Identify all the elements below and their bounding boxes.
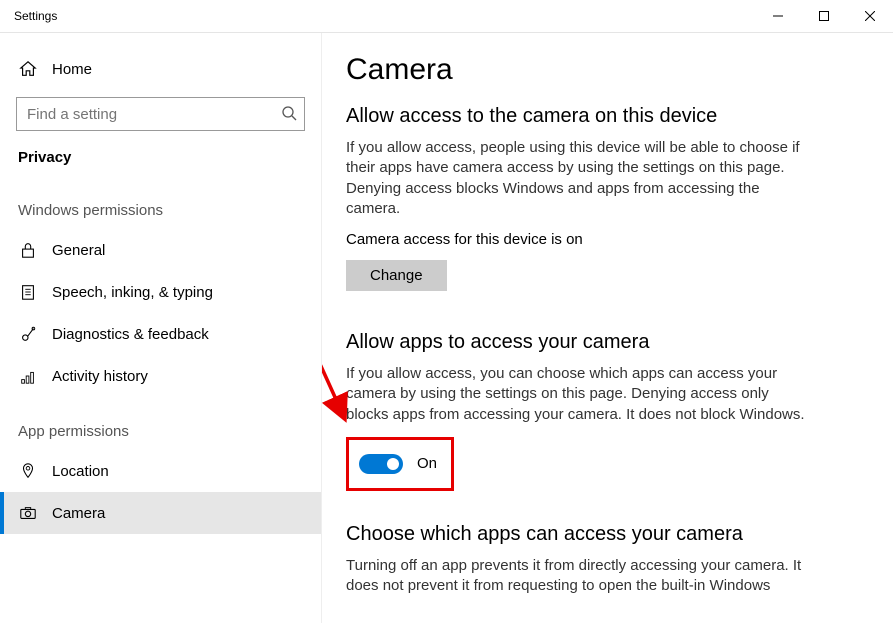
home-icon (18, 59, 38, 79)
camera-icon (18, 503, 38, 523)
nav-item-general[interactable]: General (0, 229, 321, 271)
feedback-icon (18, 324, 38, 344)
history-icon (18, 366, 38, 386)
allow-apps-toggle[interactable] (359, 454, 403, 474)
home-label: Home (52, 61, 92, 78)
nav-label: Location (52, 463, 109, 480)
section1-heading: Allow access to the camera on this devic… (346, 105, 863, 128)
nav-label: General (52, 242, 105, 259)
home-nav[interactable]: Home (0, 51, 321, 87)
clipboard-icon (18, 282, 38, 302)
sidebar: Home Privacy Windows permissions General… (0, 33, 322, 623)
group-windows-permissions: Windows permissions (0, 176, 321, 229)
main-pane: Camera Allow access to the camera on thi… (322, 33, 893, 623)
section3-desc: Turning off an app prevents it from dire… (346, 556, 806, 597)
search-icon (281, 105, 297, 121)
window-controls (755, 0, 893, 33)
nav-item-camera[interactable]: Camera (0, 492, 321, 534)
nav-label: Activity history (52, 368, 148, 385)
search-box[interactable] (16, 97, 305, 131)
section2-heading: Allow apps to access your camera (346, 331, 863, 354)
window-title: Settings (0, 9, 57, 23)
page-title: Camera (346, 53, 863, 87)
toggle-label: On (417, 455, 437, 472)
title-bar: Settings (0, 0, 893, 33)
section1-desc: If you allow access, people using this d… (346, 138, 806, 219)
nav-label: Speech, inking, & typing (52, 284, 213, 301)
close-button[interactable] (847, 0, 893, 33)
section3-heading: Choose which apps can access your camera (346, 523, 863, 546)
category-label: Privacy (0, 131, 321, 176)
nav-item-location[interactable]: Location (0, 450, 321, 492)
nav-item-speech[interactable]: Speech, inking, & typing (0, 271, 321, 313)
minimize-button[interactable] (755, 0, 801, 33)
maximize-button[interactable] (801, 0, 847, 33)
annotation-highlight: On (346, 437, 454, 491)
lock-icon (18, 240, 38, 260)
change-button[interactable]: Change (346, 260, 447, 291)
nav-item-diagnostics[interactable]: Diagnostics & feedback (0, 313, 321, 355)
nav-item-activity[interactable]: Activity history (0, 355, 321, 397)
location-icon (18, 461, 38, 481)
section1-status: Camera access for this device is on (346, 231, 863, 248)
search-input[interactable] (16, 97, 305, 131)
nav-label: Camera (52, 505, 105, 522)
group-app-permissions: App permissions (0, 397, 321, 450)
nav-label: Diagnostics & feedback (52, 326, 209, 343)
section2-desc: If you allow access, you can choose whic… (346, 364, 806, 425)
